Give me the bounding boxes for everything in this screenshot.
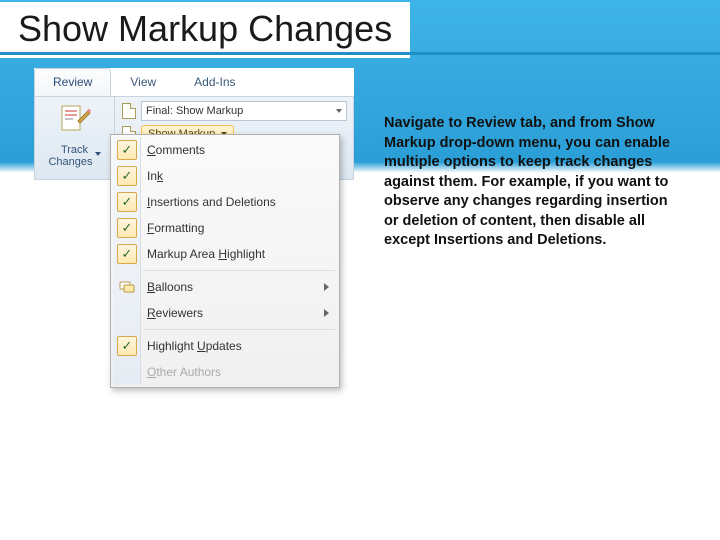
menu-item-label: Formatting	[147, 221, 204, 235]
check-icon: ✓	[117, 244, 137, 264]
chevron-right-icon	[324, 309, 329, 317]
menu-separator	[143, 270, 335, 271]
menu-item-label: Reviewers	[147, 306, 203, 320]
check-icon: ✓	[117, 140, 137, 160]
menu-item-balloons[interactable]: Balloons	[113, 274, 337, 300]
tab-view[interactable]: View	[111, 68, 175, 96]
menu-item-formatting[interactable]: ✓ Formatting	[113, 215, 337, 241]
display-mode-icon	[121, 103, 137, 119]
title-underline	[0, 52, 720, 55]
display-mode-select[interactable]: Final: Show Markup	[141, 101, 347, 121]
balloons-icon	[119, 279, 135, 295]
track-changes-label: Track Changes	[35, 144, 114, 168]
menu-item-label: Balloons	[147, 280, 193, 294]
track-changes-icon	[58, 103, 92, 137]
menu-item-label: Comments	[147, 143, 205, 157]
check-icon: ✓	[117, 218, 137, 238]
ribbon: Review View Add-Ins Track Changes	[34, 68, 354, 251]
menu-item-highlight-updates[interactable]: ✓ Highlight Updates	[113, 333, 337, 359]
menu-item-comments[interactable]: ✓ Comments	[113, 137, 337, 163]
tab-addins[interactable]: Add-Ins	[175, 68, 254, 96]
check-icon: ✓	[117, 192, 137, 212]
menu-item-ink[interactable]: ✓ Ink	[113, 163, 337, 189]
slide-description: Navigate to Review tab, and from Show Ma…	[384, 68, 684, 251]
tab-review[interactable]: Review	[34, 68, 111, 96]
menu-item-label: Insertions and Deletions	[147, 195, 276, 209]
ribbon-tabs: Review View Add-Ins	[34, 68, 354, 96]
slide-title: Show Markup Changes	[0, 2, 410, 58]
menu-separator	[143, 329, 335, 330]
menu-item-reviewers[interactable]: Reviewers	[113, 300, 337, 326]
check-icon: ✓	[117, 336, 137, 356]
check-icon: ✓	[117, 166, 137, 186]
menu-item-markup-highlight[interactable]: ✓ Markup Area Highlight	[113, 241, 337, 267]
menu-item-label: Highlight Updates	[147, 339, 242, 353]
menu-item-other-authors: Other Authors	[113, 359, 337, 385]
menu-item-label: Other Authors	[147, 365, 221, 379]
menu-item-insertions-deletions[interactable]: ✓ Insertions and Deletions	[113, 189, 337, 215]
chevron-right-icon	[324, 283, 329, 291]
menu-item-label: Markup Area Highlight	[147, 247, 265, 261]
menu-item-label: Ink	[147, 169, 163, 183]
show-markup-menu: ✓ Comments ✓ Ink ✓ Insertions and Deleti…	[110, 134, 340, 388]
track-changes-button[interactable]: Track Changes	[35, 97, 115, 179]
